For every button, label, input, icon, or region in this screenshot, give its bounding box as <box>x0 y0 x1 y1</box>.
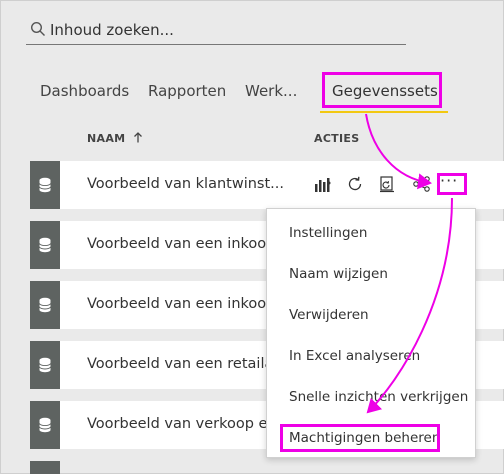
tab-dashboards[interactable]: Dashboards <box>40 82 129 100</box>
dataset-tile <box>30 161 60 209</box>
dataset-tile <box>30 281 60 329</box>
dataset-tile <box>30 221 60 269</box>
menu-item-instellingen[interactable]: Instellingen <box>289 225 367 241</box>
column-header-name-label: NAAM <box>87 132 126 145</box>
column-header-actions: ACTIES <box>314 132 360 145</box>
dataset-row[interactable]: Voorbeeld van klantwinst... ··· <box>30 161 504 209</box>
highlight-box-more-options <box>437 173 467 195</box>
tab-werkmappen[interactable]: Werk... <box>245 82 297 100</box>
analyze-icon[interactable] <box>314 175 332 197</box>
database-icon <box>39 297 51 313</box>
menu-item-excel-analyseren[interactable]: In Excel analyseren <box>289 348 420 364</box>
search-icon <box>30 21 46 41</box>
schedule-refresh-icon[interactable] <box>378 175 396 197</box>
arrow-up-icon <box>130 132 143 145</box>
column-header-name[interactable]: NAAM <box>87 132 143 145</box>
dataset-tile <box>30 341 60 389</box>
database-icon <box>39 417 51 433</box>
database-icon <box>39 237 51 253</box>
menu-item-snelle-inzichten[interactable]: Snelle inzichten verkrijgen <box>289 389 468 405</box>
active-tab-underline <box>320 111 448 113</box>
menu-item-naam-wijzigen[interactable]: Naam wijzigen <box>289 266 388 282</box>
dataset-name[interactable]: Voorbeeld van klantwinst... <box>87 176 307 192</box>
search-input[interactable] <box>50 19 400 41</box>
tab-rapporten[interactable]: Rapporten <box>148 82 226 100</box>
dataset-tile-partial <box>30 461 60 474</box>
refresh-icon[interactable] <box>346 175 364 197</box>
highlight-box-machtigingen <box>280 424 440 452</box>
dataset-tile <box>30 401 60 449</box>
search-box[interactable] <box>26 16 406 45</box>
context-menu: Instellingen Naam wijzigen Verwijderen I… <box>266 208 476 458</box>
database-icon <box>39 177 51 193</box>
menu-item-verwijderen[interactable]: Verwijderen <box>289 307 369 323</box>
related-content-icon[interactable] <box>412 175 432 197</box>
database-icon <box>39 357 51 373</box>
highlight-box-tab <box>322 72 442 108</box>
